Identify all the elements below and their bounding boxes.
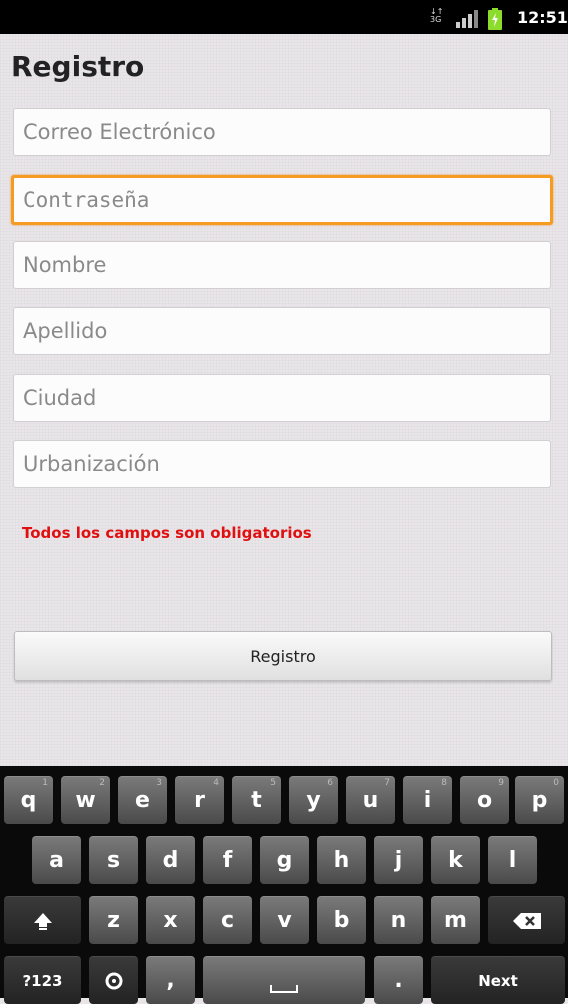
next-key[interactable]: Next — [431, 956, 565, 1004]
key-h[interactable]: h — [317, 836, 366, 884]
key-o[interactable]: o9 — [460, 776, 509, 824]
network-type-label: 3G — [430, 15, 442, 24]
backspace-key[interactable] — [488, 896, 565, 944]
password-field[interactable] — [11, 175, 553, 225]
key-r[interactable]: r4 — [175, 776, 224, 824]
key-y[interactable]: y6 — [289, 776, 338, 824]
clock: 12:51 — [517, 8, 568, 27]
battery-icon — [488, 8, 502, 30]
key-v[interactable]: v — [260, 896, 309, 944]
shift-key[interactable] — [4, 896, 81, 944]
key-l[interactable]: l — [488, 836, 537, 884]
page-title: Registro — [11, 50, 145, 83]
period-key[interactable]: . — [374, 956, 423, 1004]
key-z[interactable]: z — [89, 896, 138, 944]
key-a[interactable]: a — [32, 836, 81, 884]
backspace-icon — [512, 912, 541, 929]
key-w[interactable]: w2 — [61, 776, 110, 824]
key-f[interactable]: f — [203, 836, 252, 884]
status-bar: ↓↑ 3G 12:51 — [0, 0, 568, 34]
network-type-icon: ↓↑ 3G — [430, 7, 444, 24]
key-u[interactable]: u7 — [346, 776, 395, 824]
settings-icon — [105, 972, 122, 989]
space-icon — [270, 984, 298, 993]
neighborhood-field[interactable] — [13, 440, 551, 488]
key-t[interactable]: t5 — [232, 776, 281, 824]
key-x[interactable]: x — [146, 896, 195, 944]
email-field[interactable] — [13, 108, 551, 156]
key-k[interactable]: k — [431, 836, 480, 884]
first-name-field[interactable] — [13, 241, 551, 289]
key-b[interactable]: b — [317, 896, 366, 944]
key-p[interactable]: p0 — [515, 776, 564, 824]
required-fields-notice: Todos los campos son obligatorios — [22, 524, 312, 542]
last-name-field[interactable] — [13, 307, 551, 355]
symbols-key[interactable]: ?123 — [4, 956, 81, 1004]
key-q[interactable]: q1 — [4, 776, 53, 824]
key-e[interactable]: e3 — [118, 776, 167, 824]
signal-icon — [456, 10, 478, 28]
key-c[interactable]: c — [203, 896, 252, 944]
register-button[interactable]: Registro — [14, 631, 552, 681]
key-j[interactable]: j — [374, 836, 423, 884]
settings-key[interactable] — [89, 956, 138, 1004]
key-i[interactable]: i8 — [403, 776, 452, 824]
key-g[interactable]: g — [260, 836, 309, 884]
key-d[interactable]: d — [146, 836, 195, 884]
registration-screen: Registro Todos los campos son obligatori… — [0, 34, 568, 766]
key-m[interactable]: m — [431, 896, 480, 944]
key-n[interactable]: n — [374, 896, 423, 944]
comma-key[interactable]: , — [146, 956, 195, 1004]
city-field[interactable] — [13, 374, 551, 422]
soft-keyboard: q1 w2 e3 r4 t5 y6 u7 i8 o9 p0 a s d f g … — [0, 766, 568, 1004]
shift-icon — [33, 912, 52, 930]
space-key[interactable] — [203, 956, 365, 1004]
key-s[interactable]: s — [89, 836, 138, 884]
